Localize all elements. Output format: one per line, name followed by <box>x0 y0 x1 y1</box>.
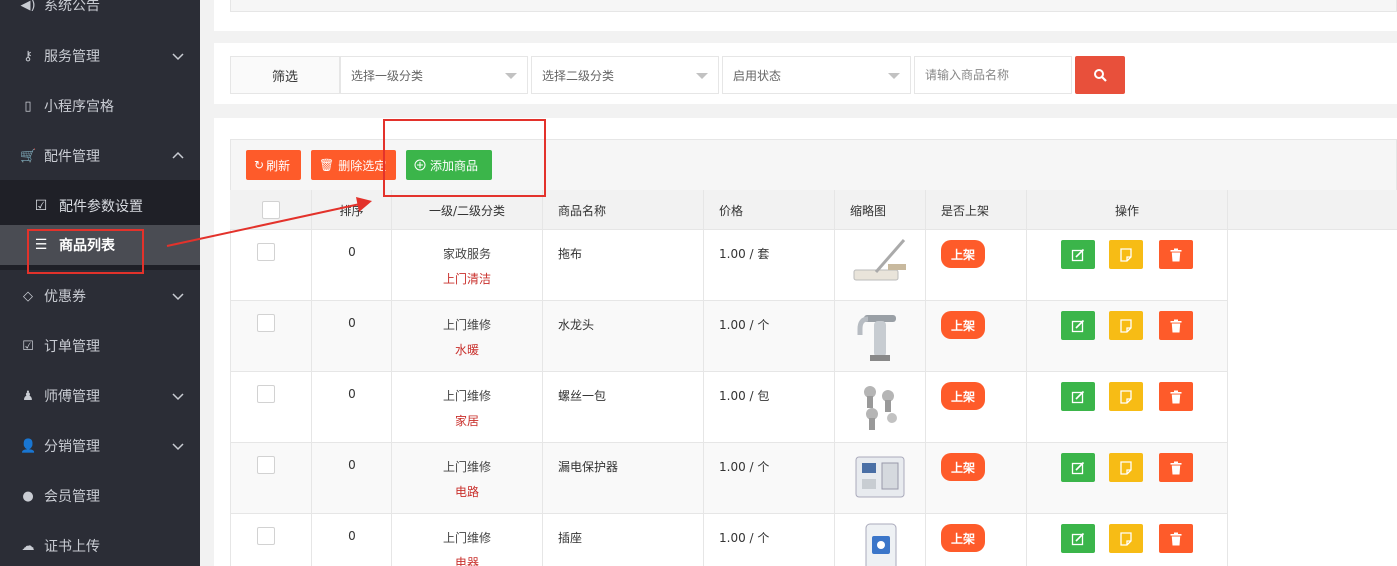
annotation-arrow <box>166 197 372 247</box>
